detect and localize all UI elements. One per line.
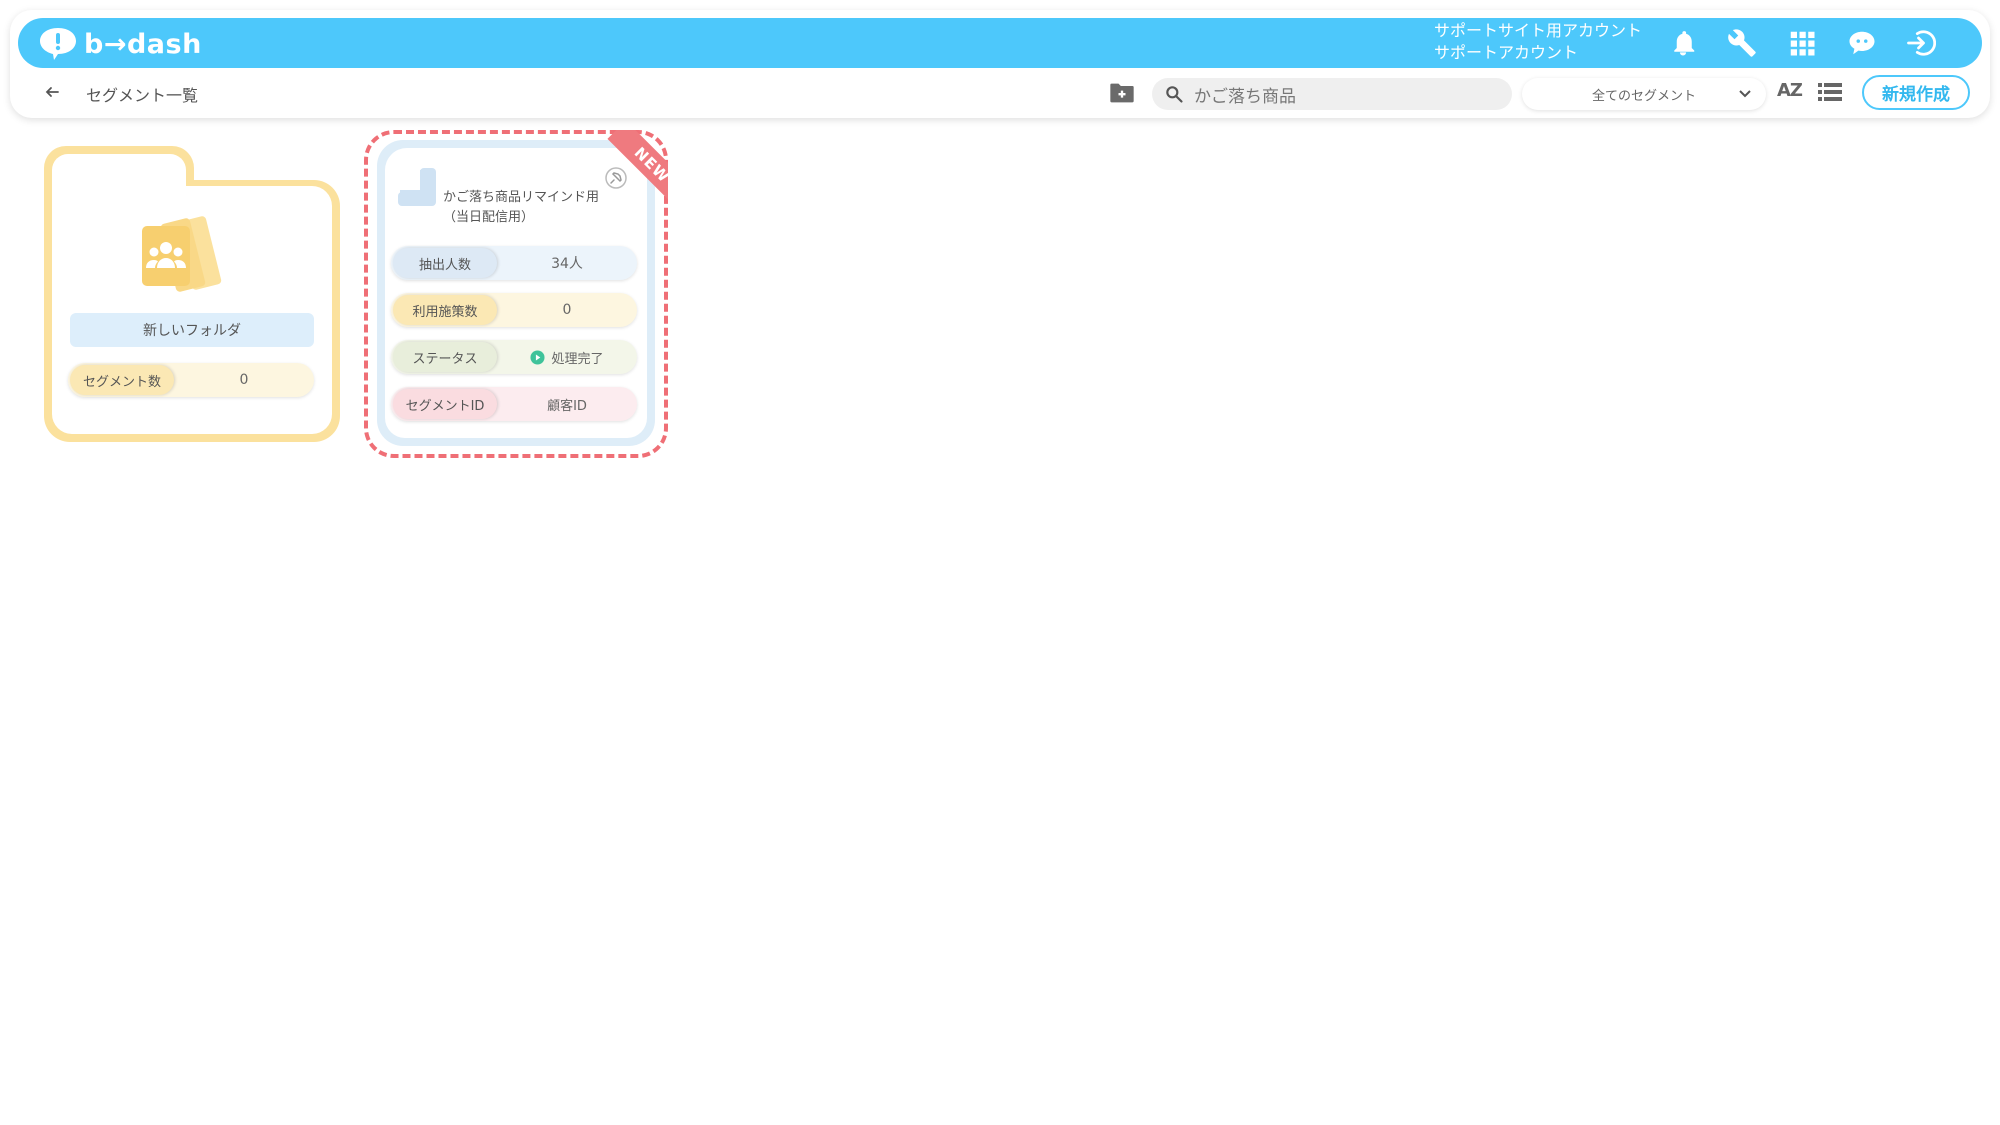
sort-az-icon[interactable]: AZ bbox=[1777, 80, 1803, 101]
search-icon bbox=[1166, 86, 1183, 103]
segment-row-extract-count: 抽出人数 34人 bbox=[391, 246, 637, 280]
folder-card[interactable] bbox=[44, 146, 340, 442]
segment-filter-select[interactable]: 全てのセグメント bbox=[1522, 78, 1766, 110]
folder-name: 新しいフォルダ bbox=[70, 313, 314, 347]
extract-count-value: 34人 bbox=[551, 256, 583, 272]
back-arrow-icon[interactable] bbox=[40, 80, 64, 104]
search-input[interactable] bbox=[1194, 84, 1494, 104]
bell-icon[interactable] bbox=[1666, 26, 1700, 60]
account-name: サポートサイト用アカウント bbox=[1434, 21, 1643, 40]
chevron-down-icon bbox=[1739, 90, 1751, 98]
segment-title-line1: かご落ち商品リマインド用 bbox=[443, 190, 600, 205]
card-corner-icon bbox=[398, 168, 436, 206]
add-folder-icon[interactable] bbox=[1108, 79, 1136, 107]
segment-row-segment-id: セグメントID 顧客ID bbox=[391, 387, 637, 421]
logo[interactable]: b→dash bbox=[38, 26, 202, 62]
folder-group-icon bbox=[142, 216, 222, 292]
segment-title: かご落ち商品リマインド用 （当日配信用） bbox=[443, 188, 623, 228]
wrench-icon[interactable] bbox=[1725, 26, 1759, 60]
list-view-icon[interactable] bbox=[1818, 82, 1842, 102]
folder-count-label: セグメント数 bbox=[70, 365, 174, 395]
status-value: 処理完了 bbox=[551, 351, 604, 367]
status-label: ステータス bbox=[393, 342, 497, 372]
logout-icon[interactable] bbox=[1904, 26, 1938, 60]
folder-segment-count: セグメント数 0 bbox=[68, 363, 314, 397]
campaign-count-label: 利用施策数 bbox=[393, 295, 497, 325]
segment-filter-value: 全てのセグメント bbox=[1591, 88, 1696, 104]
pin-icon[interactable] bbox=[604, 166, 628, 190]
segment-id-value: 顧客ID bbox=[547, 398, 587, 414]
chat-bot-icon[interactable] bbox=[1845, 26, 1879, 60]
segment-row-campaign-count: 利用施策数 0 bbox=[391, 293, 637, 327]
apps-grid-icon[interactable] bbox=[1785, 26, 1819, 60]
page-title: セグメント一覧 bbox=[86, 86, 199, 105]
extract-count-label: 抽出人数 bbox=[393, 248, 497, 278]
segment-title-line2: （当日配信用） bbox=[443, 210, 535, 225]
status-complete-icon bbox=[530, 349, 546, 365]
new-create-button[interactable]: 新規作成 bbox=[1862, 75, 1970, 110]
segment-id-label: セグメントID bbox=[393, 389, 497, 419]
logo-speech-icon bbox=[40, 28, 76, 60]
campaign-count-value: 0 bbox=[562, 302, 572, 318]
search-box[interactable] bbox=[1152, 78, 1512, 110]
segment-row-status: ステータス 処理完了 bbox=[391, 340, 637, 374]
logo-text: b→dash bbox=[84, 28, 202, 60]
account-info[interactable]: サポートサイト用アカウント サポートアカウント bbox=[1434, 20, 1642, 64]
folder-count-value: 0 bbox=[239, 372, 249, 388]
account-user: サポートアカウント bbox=[1434, 43, 1579, 62]
